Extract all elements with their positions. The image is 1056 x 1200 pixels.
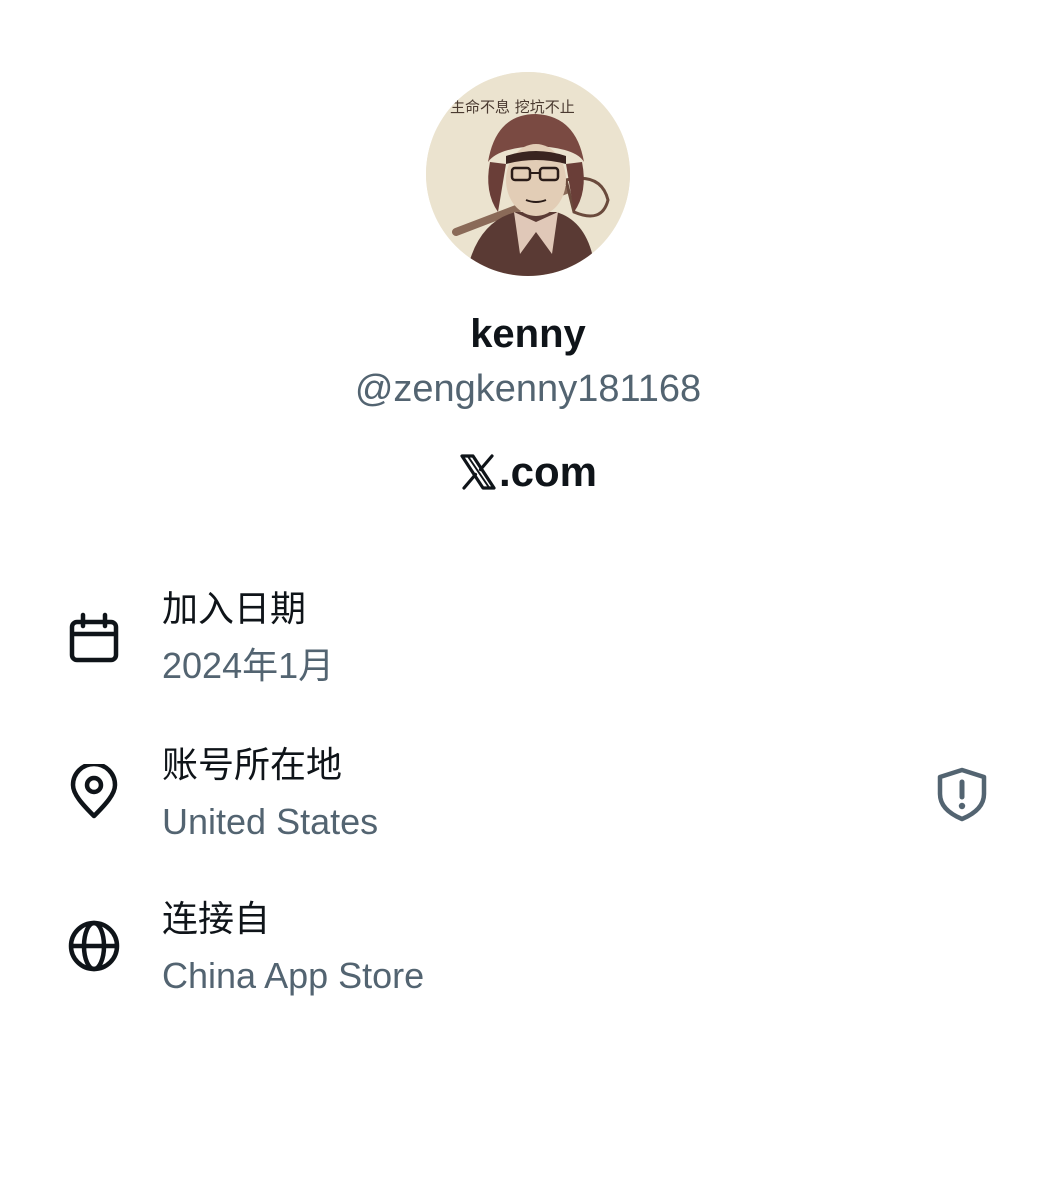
detail-value: China App Store [162, 955, 425, 996]
shield-alert-icon[interactable] [934, 766, 990, 822]
avatar[interactable]: 生命不息 挖坑不止 [426, 72, 630, 276]
site-suffix: .com [498, 448, 598, 495]
avatar-illustration: 生命不息 挖坑不止 [426, 72, 630, 276]
detail-label: 加入日期 [162, 589, 307, 630]
location-pin-icon [70, 764, 118, 819]
detail-label: 账号所在地 [162, 745, 343, 786]
detail-value: United States [162, 801, 379, 842]
detail-account-location: 账号所在地 United States [0, 740, 1056, 860]
site-logo: .com [0, 442, 1056, 502]
username-handle: @zengkenny181168 [354, 368, 702, 410]
detail-label: 连接自 [162, 899, 271, 940]
x-logo-icon [460, 454, 496, 490]
detail-connected-via: 连接自 China App Store [0, 894, 1056, 1014]
globe-icon [68, 920, 120, 972]
detail-value: 2024年1月 [162, 645, 335, 686]
calendar-icon [69, 612, 119, 663]
display-name: kenny [470, 312, 586, 356]
detail-joined-date: 加入日期 2024年1月 [0, 584, 1056, 704]
avatar-caption: 生命不息 挖坑不止 [450, 98, 575, 116]
